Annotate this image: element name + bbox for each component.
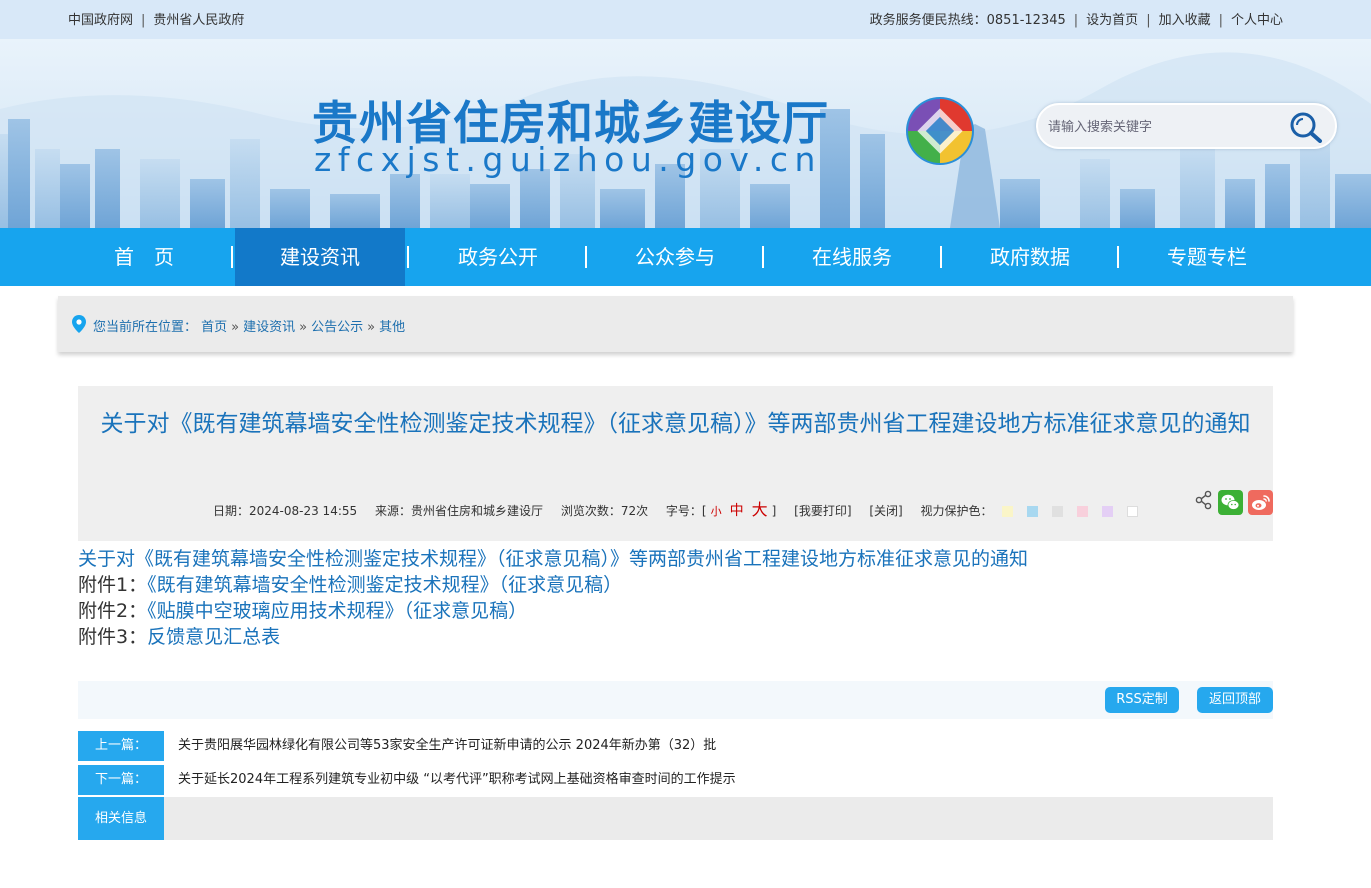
print-link[interactable]: [我要打印] bbox=[794, 504, 851, 518]
guizhou-gov-link[interactable]: 贵州省人民政府 bbox=[153, 13, 244, 28]
article-body: 关于对《既有建筑幕墙安全性检测鉴定技术规程》（征求意见稿）》等两部贵州省工程建设… bbox=[78, 546, 1273, 650]
font-size-small[interactable]: 小 bbox=[711, 505, 722, 518]
nav-government-data[interactable]: 政府数据 bbox=[945, 228, 1115, 286]
site-emblem-logo bbox=[906, 97, 974, 165]
breadcrumb-label: 您当前所在位置： bbox=[93, 320, 198, 335]
back-to-top-button[interactable]: 返回顶部 bbox=[1197, 687, 1273, 713]
location-pin-icon bbox=[72, 315, 86, 333]
eyecare-swatch-3[interactable] bbox=[1052, 506, 1064, 517]
article-title: 关于对《既有建筑幕墙安全性检测鉴定技术规程》（征求意见稿）》等两部贵州省工程建设… bbox=[100, 411, 1251, 437]
breadcrumb-trail: 您当前所在位置： 首页» 建设资讯» 公告公示» 其他 bbox=[93, 320, 406, 335]
eyecare-label: 视力保护色： bbox=[920, 504, 993, 518]
set-homepage-link[interactable]: 设为首页 bbox=[1086, 13, 1138, 28]
rss-button[interactable]: RSS定制 bbox=[1105, 687, 1179, 713]
prev-article-row: 上一篇： 关于贵阳展华园林绿化有限公司等53家安全生产许可证新申请的公示 202… bbox=[78, 731, 1273, 761]
article-header: 关于对《既有建筑幕墙安全性检测鉴定技术规程》（征求意见稿）》等两部贵州省工程建设… bbox=[78, 386, 1273, 541]
font-size-large[interactable]: 大 bbox=[752, 500, 768, 519]
share-icon[interactable] bbox=[1195, 490, 1213, 510]
close-link[interactable]: [关闭] bbox=[869, 504, 902, 518]
article-views: 浏览次数：72次 bbox=[560, 504, 649, 518]
eyecare-swatches bbox=[1002, 504, 1152, 518]
attachment-1-link[interactable]: 《既有建筑幕墙安全性检测鉴定技术规程》（征求意见稿） bbox=[147, 574, 622, 596]
next-article-row: 下一篇： 关于延长2024年工程系列建筑专业初中级 “以考代评”职称考试网上基础… bbox=[78, 765, 1273, 795]
article-meta: 日期：2024-08-23 14:55 来源：贵州省住房和城乡建设厅 浏览次数：… bbox=[213, 496, 1152, 520]
next-article-link[interactable]: 关于延长2024年工程系列建筑专业初中级 “以考代评”职称考试网上基础资格审查时… bbox=[178, 765, 736, 795]
wechat-share-icon[interactable] bbox=[1218, 490, 1243, 515]
eyecare-swatch-1[interactable] bbox=[1002, 506, 1014, 517]
nav-home[interactable]: 首 页 bbox=[59, 228, 229, 286]
font-size-medium[interactable]: 中 bbox=[730, 503, 744, 519]
related-info-row: 相关信息 bbox=[78, 797, 1273, 840]
attachment-1-label: 附件1： bbox=[78, 574, 148, 596]
next-label: 下一篇： bbox=[78, 765, 164, 795]
article-date: 日期：2024-08-23 14:55 bbox=[213, 504, 358, 518]
nav-online-services[interactable]: 在线服务 bbox=[767, 228, 937, 286]
related-info-label: 相关信息 bbox=[78, 797, 164, 840]
eyecare-swatch-5[interactable] bbox=[1102, 506, 1114, 517]
nav-public-participation[interactable]: 公众参与 bbox=[590, 228, 760, 286]
hotline-text: 政务服务便民热线：0851-12345 bbox=[869, 13, 1066, 28]
eyecare-swatch-2[interactable] bbox=[1027, 506, 1039, 517]
attachment-2-label: 附件2： bbox=[78, 600, 148, 622]
attachment-3-link[interactable]: 反馈意见汇总表 bbox=[147, 626, 280, 648]
add-favorite-link[interactable]: 加入收藏 bbox=[1159, 13, 1211, 28]
top-links-right: 政务服务便民热线：0851-12345 | 设为首页 | 加入收藏 | 个人中心 bbox=[869, 13, 1283, 28]
prev-article-link[interactable]: 关于贵阳展华园林绿化有限公司等53家安全生产许可证新申请的公示 2024年新办第… bbox=[178, 731, 716, 761]
nav-construction-news[interactable]: 建设资讯 bbox=[235, 228, 405, 286]
search-input[interactable] bbox=[1048, 116, 1278, 138]
weibo-share-icon[interactable] bbox=[1248, 490, 1273, 515]
eyecare-swatch-4[interactable] bbox=[1077, 506, 1089, 517]
search-box bbox=[1036, 103, 1337, 149]
top-links-left: 中国政府网 | 贵州省人民政府 bbox=[68, 13, 245, 28]
action-bar: RSS定制 返回顶部 bbox=[78, 681, 1273, 719]
breadcrumb-construction-news[interactable]: 建设资讯 bbox=[243, 320, 295, 335]
site-domain: zfcxjst.guizhou.gov.cn bbox=[314, 140, 822, 179]
breadcrumb-home[interactable]: 首页 bbox=[201, 320, 227, 335]
top-bar: 中国政府网 | 贵州省人民政府 政务服务便民热线：0851-12345 | 设为首页 | 加… bbox=[0, 0, 1371, 39]
font-size-control: 字号：[小中大] bbox=[665, 500, 777, 519]
breadcrumb-announcements[interactable]: 公告公示 bbox=[311, 320, 363, 335]
gov-cn-link[interactable]: 中国政府网 bbox=[68, 13, 133, 28]
eyecare-swatch-6[interactable] bbox=[1127, 506, 1139, 517]
personal-center-link[interactable]: 个人中心 bbox=[1231, 13, 1283, 28]
nav-special-topics[interactable]: 专题专栏 bbox=[1122, 228, 1292, 286]
breadcrumb-other[interactable]: 其他 bbox=[379, 320, 405, 335]
header-banner: 贵州省住房和城乡建设厅 zfcxjst.guizhou.gov.cn bbox=[0, 39, 1371, 228]
main-nav: 首 页 建设资讯 政务公开 公众参与 在线服务 政府数据 专题专栏 bbox=[0, 228, 1371, 286]
notice-link[interactable]: 关于对《既有建筑幕墙安全性检测鉴定技术规程》（征求意见稿）》等两部贵州省工程建设… bbox=[78, 548, 1028, 570]
article-source: 来源：贵州省住房和城乡建设厅 bbox=[374, 504, 543, 518]
prev-label: 上一篇： bbox=[78, 731, 164, 761]
attachment-2-link[interactable]: 《贴膜中空玻璃应用技术规程》（征求意见稿） bbox=[147, 600, 527, 622]
search-icon[interactable] bbox=[1289, 111, 1323, 143]
nav-government-affairs[interactable]: 政务公开 bbox=[413, 228, 583, 286]
breadcrumb: 您当前所在位置： 首页» 建设资讯» 公告公示» 其他 bbox=[58, 296, 1293, 352]
attachment-3-label: 附件3： bbox=[78, 626, 148, 648]
